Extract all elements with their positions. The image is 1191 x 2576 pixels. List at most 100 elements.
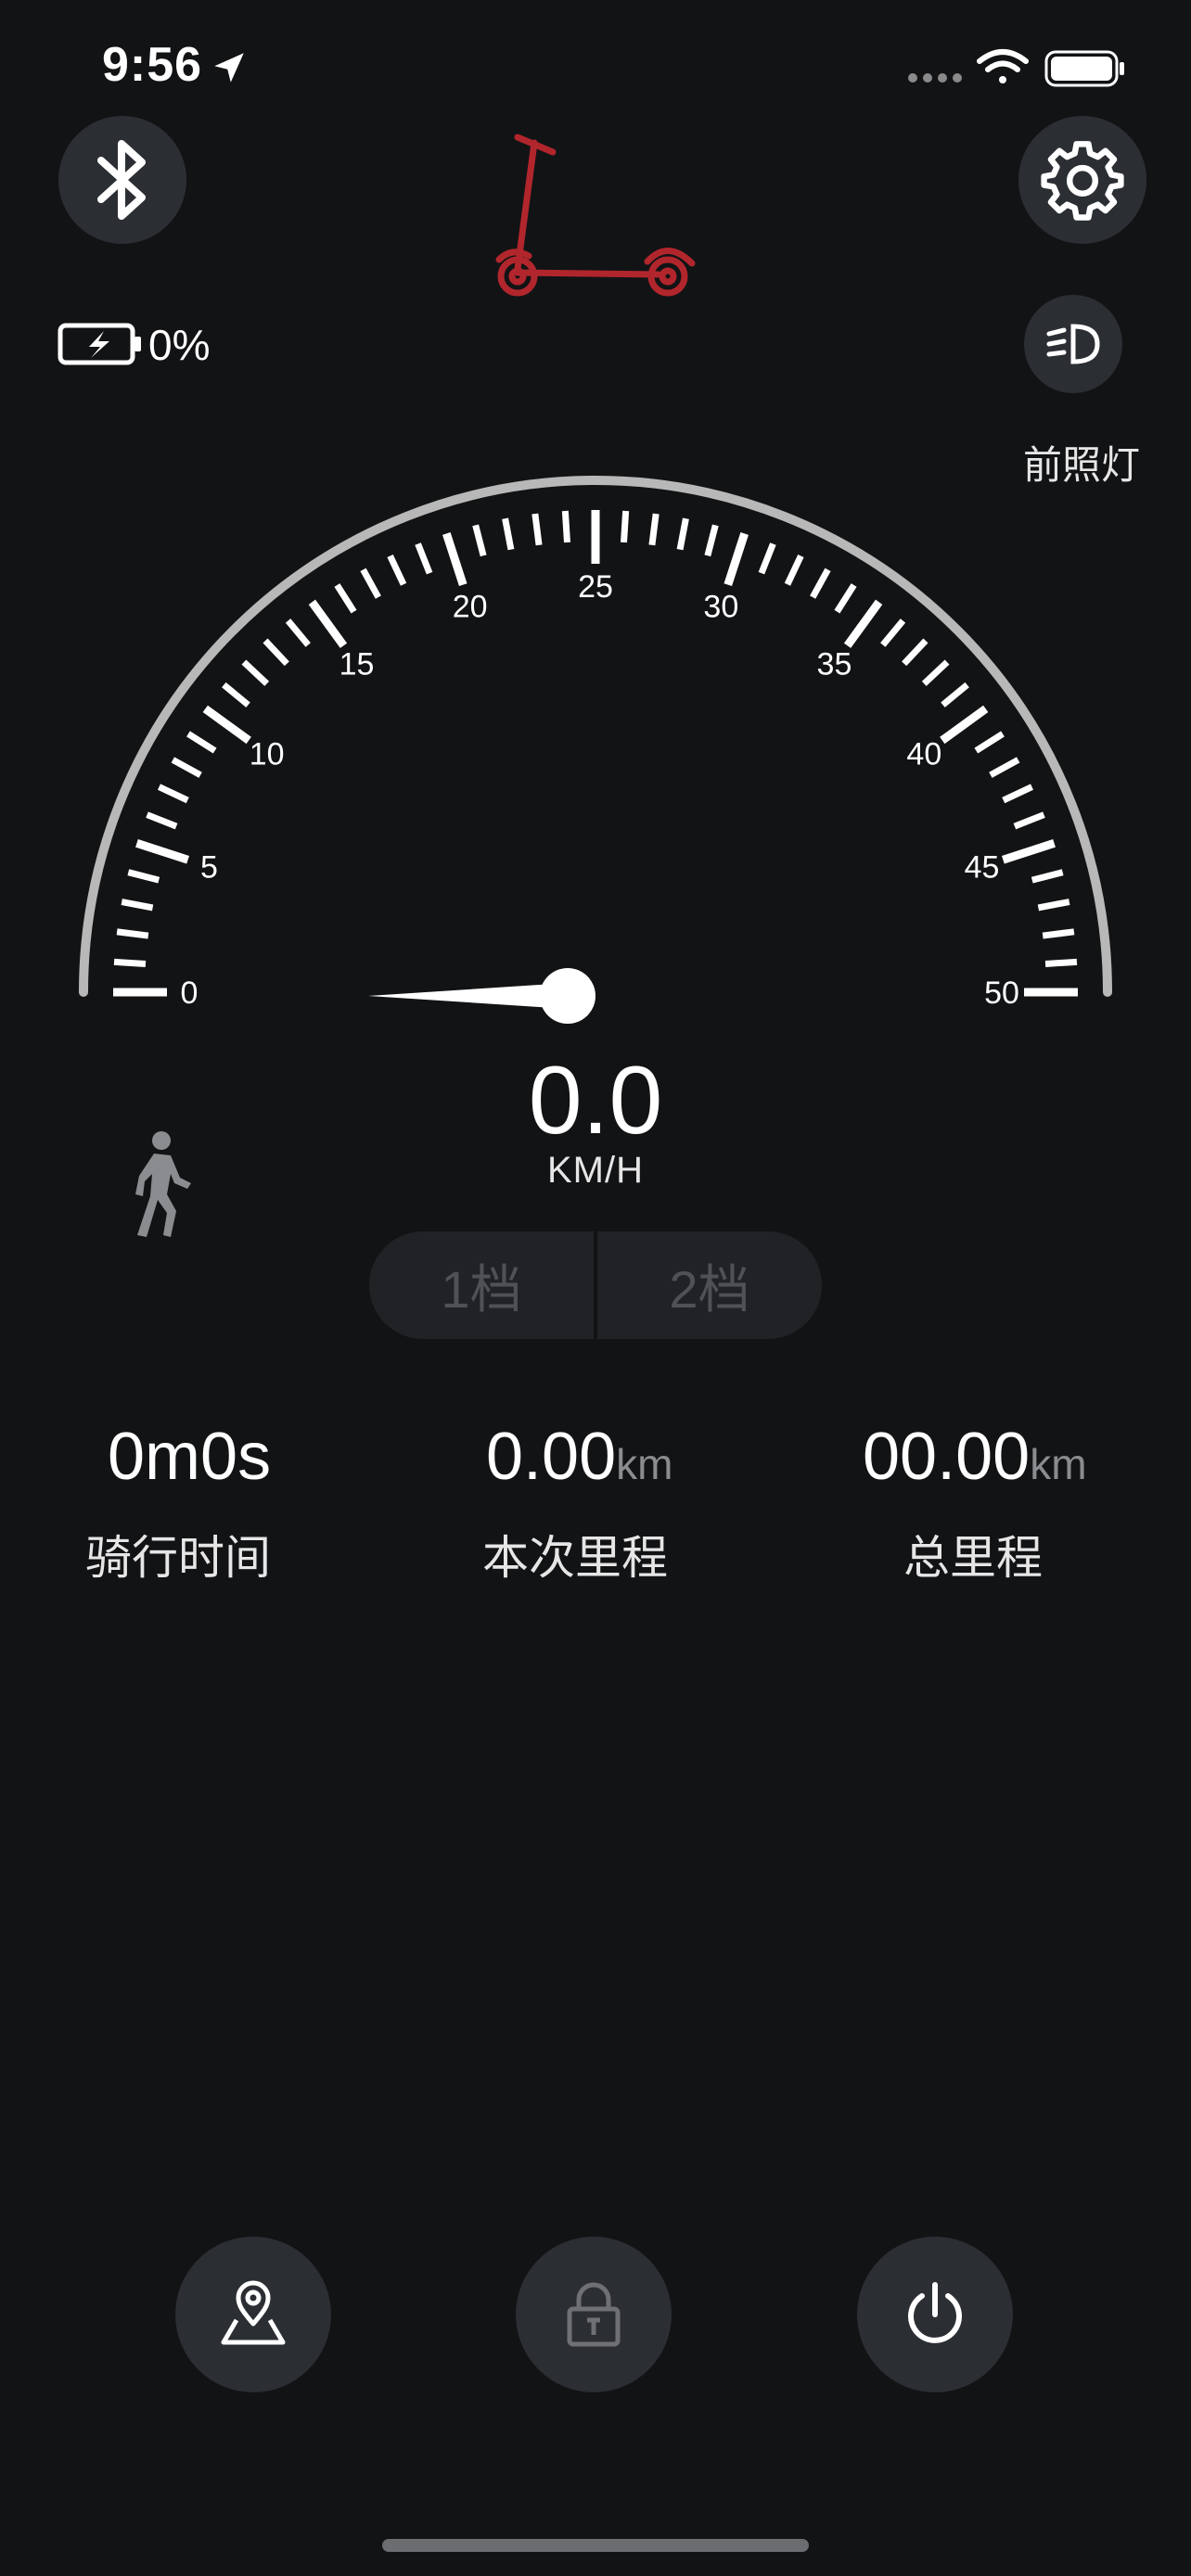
minor-tick	[648, 513, 660, 546]
tick-label: 50	[984, 976, 1019, 1011]
trip-distance-unit: km	[616, 1440, 673, 1488]
minor-tick	[621, 510, 630, 543]
minor-tick	[1042, 928, 1075, 939]
gear-1-button[interactable]: 1档	[369, 1231, 594, 1339]
minor-tick	[334, 583, 357, 614]
trip-distance-number: 0.00	[486, 1420, 617, 1494]
tick-label: 45	[965, 850, 1000, 886]
tick-label: 0	[181, 976, 198, 1011]
lock-icon	[567, 2282, 621, 2347]
settings-button[interactable]	[1018, 116, 1146, 244]
minor-tick	[127, 869, 160, 884]
minor-tick	[121, 899, 154, 912]
map-button[interactable]	[175, 2237, 331, 2392]
minor-tick	[1031, 869, 1064, 884]
home-indicator	[382, 2539, 809, 2552]
minor-tick	[186, 731, 217, 754]
total-distance-number: 00.00	[863, 1420, 1031, 1494]
minor-tick	[974, 731, 1005, 754]
headlight-icon	[1046, 324, 1100, 364]
minor-tick	[1044, 958, 1078, 967]
lock-button[interactable]	[516, 2237, 672, 2392]
minor-tick	[116, 928, 149, 939]
minor-tick	[784, 554, 804, 586]
power-icon	[908, 2282, 962, 2343]
wifi-icon	[977, 49, 1029, 83]
gear-selector: 1档 2档	[369, 1231, 822, 1339]
minor-tick	[531, 513, 543, 546]
ride-time-value: 0m0s	[108, 1419, 271, 1495]
total-distance-unit: km	[1030, 1440, 1087, 1488]
minor-tick	[387, 554, 407, 586]
major-tick	[442, 532, 467, 587]
signal-dots-icon	[908, 73, 962, 83]
minor-tick	[157, 784, 189, 804]
minor-tick	[1037, 899, 1070, 912]
location-arrow-icon	[214, 53, 244, 83]
gear-2-button[interactable]: 2档	[597, 1231, 822, 1339]
minor-tick	[941, 682, 969, 708]
ride-time-label: 骑行时间	[85, 1532, 271, 1584]
bluetooth-button[interactable]	[58, 116, 186, 244]
minor-tick	[222, 682, 250, 708]
major-tick	[202, 705, 251, 745]
speed-value: 0.0	[528, 1047, 663, 1154]
minor-tick	[415, 542, 433, 575]
minor-tick	[241, 659, 270, 686]
status-icons	[908, 49, 1124, 87]
tick-label: 10	[250, 737, 285, 772]
minor-tick	[880, 618, 906, 647]
major-tick	[843, 599, 883, 648]
minor-tick	[146, 811, 178, 830]
battery-charging-icon	[58, 323, 141, 365]
battery-level: 0%	[148, 321, 211, 369]
minor-tick	[171, 757, 202, 778]
speed-unit: KM/H	[547, 1150, 644, 1191]
minor-tick	[758, 542, 776, 575]
map-pin-icon	[221, 2280, 286, 2345]
tick-label: 40	[906, 737, 941, 772]
minor-tick	[834, 583, 857, 614]
major-tick	[308, 599, 348, 648]
minor-tick	[810, 567, 831, 599]
major-tick	[1001, 839, 1056, 864]
major-tick	[724, 532, 749, 587]
needle-hub	[540, 968, 596, 1024]
trip-distance-label: 本次里程	[482, 1532, 668, 1584]
needle-pointer	[368, 983, 568, 1009]
minor-tick	[921, 659, 950, 686]
bluetooth-icon	[97, 140, 146, 220]
tick-label: 20	[453, 589, 488, 624]
minor-tick	[285, 618, 311, 647]
minor-tick	[1002, 784, 1034, 804]
minor-tick	[902, 638, 928, 667]
minor-tick	[1013, 811, 1045, 830]
minor-tick	[472, 524, 487, 557]
tick-label: 35	[817, 647, 852, 682]
minor-tick	[989, 757, 1020, 778]
total-distance-label: 总里程	[903, 1532, 1043, 1584]
minor-tick	[502, 517, 515, 551]
headlight-button[interactable]	[1024, 295, 1122, 393]
major-tick	[940, 705, 989, 745]
tick-label: 30	[703, 589, 738, 624]
tick-label: 5	[200, 850, 218, 886]
minor-tick	[360, 567, 381, 599]
battery-full-icon	[1044, 50, 1124, 87]
minor-tick	[263, 638, 289, 667]
speedometer-gauge: 0 5 10 15 20 25 30 35 40 45 50	[79, 476, 1112, 1024]
walking-person-icon[interactable]	[119, 1129, 202, 1241]
ride-time-number: 0m0s	[108, 1420, 272, 1494]
major-tick	[135, 839, 190, 864]
minor-tick	[561, 510, 570, 543]
tick-label: 15	[339, 647, 375, 682]
minor-tick	[676, 517, 689, 551]
speed-needle	[368, 968, 596, 1024]
status-time: 9:56	[102, 38, 203, 92]
gear-icon	[1041, 141, 1124, 221]
total-distance-value: 00.00km	[863, 1419, 1087, 1495]
tick-label: 25	[578, 569, 613, 605]
power-button[interactable]	[857, 2237, 1013, 2392]
kick-scooter-icon	[495, 134, 696, 297]
trip-distance-value: 0.00km	[486, 1419, 672, 1495]
